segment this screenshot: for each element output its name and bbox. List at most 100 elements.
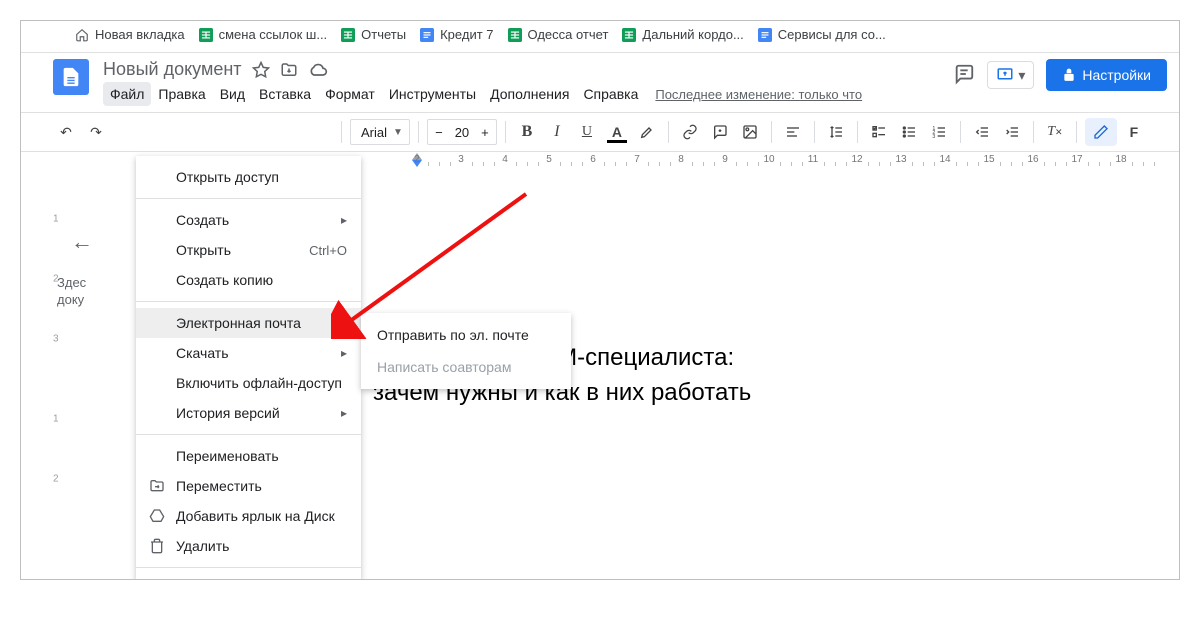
file-menu-item[interactable]: Создать копию <box>136 265 361 295</box>
email-coauthors-item: Написать соавторам <box>361 351 571 383</box>
line-spacing-icon[interactable] <box>823 118 849 146</box>
bookmark-item[interactable]: Сервисы для со... <box>758 27 886 42</box>
italic-icon[interactable]: I <box>544 118 570 146</box>
file-menu-item[interactable]: Открыть Ctrl+O <box>136 235 361 265</box>
file-menu-item[interactable]: История версий ▸ <box>136 398 361 428</box>
menu-файл[interactable]: Файл <box>103 82 151 106</box>
menu-правка[interactable]: Правка <box>151 82 212 106</box>
font-size-value[interactable]: 20 <box>450 125 474 140</box>
highlight-icon[interactable] <box>634 118 660 146</box>
file-menu-item-label: Удалить <box>176 538 229 554</box>
menu-вставка[interactable]: Вставка <box>252 82 318 106</box>
file-menu-item-label: Переименовать <box>176 448 279 464</box>
formatting-toolbar: ↶ ↷ Arial▼ − 20 + B I U A 123 T✕ <box>21 112 1179 152</box>
outline-text-2: доку <box>57 292 84 307</box>
insert-comment-icon[interactable] <box>707 118 733 146</box>
file-menu-item[interactable]: Переместить <box>136 471 361 501</box>
outline-collapse-icon[interactable]: ← <box>71 229 93 255</box>
align-left-icon[interactable] <box>780 118 806 146</box>
send-via-email-item[interactable]: Отправить по эл. почте <box>361 319 571 351</box>
file-menu-item[interactable]: Включить офлайн-доступ <box>136 368 361 398</box>
font-family-select[interactable]: Arial▼ <box>350 119 410 145</box>
menu-вид[interactable]: Вид <box>213 82 252 106</box>
document-canvas[interactable]: кументы для SMM-специалиста: зачем нужны… <box>373 201 1167 579</box>
indent-decrease-icon[interactable] <box>969 118 995 146</box>
comments-icon[interactable] <box>953 63 975 88</box>
present-button[interactable]: ▾ <box>987 61 1034 89</box>
bookmark-item[interactable]: смена ссылок ш... <box>199 27 328 42</box>
file-menu-item[interactable]: Создать ▸ <box>136 205 361 235</box>
star-icon[interactable] <box>252 61 270 79</box>
submenu-arrow-icon: ▸ <box>341 406 347 420</box>
settings-button-label: Настройки <box>1082 67 1151 83</box>
outline-panel: ← Здесдоку <box>49 199 139 309</box>
editing-mode-icon[interactable] <box>1085 118 1117 146</box>
submenu-arrow-icon: ▸ <box>341 213 347 227</box>
bookmark-label: Кредит 7 <box>440 27 493 42</box>
file-menu-item[interactable]: Электронная почта ▸ <box>136 308 361 338</box>
file-menu-item-label: Переместить <box>176 478 262 494</box>
bulleted-list-icon[interactable] <box>896 118 922 146</box>
horizontal-ruler[interactable]: 23456789101112131415161718 <box>373 152 1167 170</box>
menu-separator <box>136 567 361 568</box>
font-size-increase[interactable]: + <box>474 125 496 140</box>
bookmark-item[interactable]: Новая вкладка <box>75 27 185 42</box>
numbered-list-icon[interactable]: 123 <box>926 118 952 146</box>
file-menu-item-label: Создать копию <box>176 272 273 288</box>
menu-separator <box>136 434 361 435</box>
submenu-arrow-icon: ▸ <box>341 346 347 360</box>
last-edit-link[interactable]: Последнее изменение: только что <box>655 87 862 102</box>
file-menu-item-label: Добавить ярлык на Диск <box>176 508 335 524</box>
checklist-icon[interactable] <box>866 118 892 146</box>
menu-справка[interactable]: Справка <box>576 82 645 106</box>
bookmark-item[interactable]: Кредит 7 <box>420 27 493 42</box>
bookmark-label: смена ссылок ш... <box>219 27 328 42</box>
font-family-value: Arial <box>361 125 387 140</box>
submenu-arrow-icon: ▸ <box>341 316 347 330</box>
trash-icon <box>148 537 166 555</box>
cloud-status-icon[interactable] <box>308 60 328 80</box>
more-icon[interactable]: F <box>1121 118 1147 146</box>
menu-инструменты[interactable]: Инструменты <box>382 82 483 106</box>
bookmark-label: Дальний кордо... <box>642 27 743 42</box>
file-menu-item-label: Создать <box>176 212 229 228</box>
underline-icon[interactable]: U <box>574 118 600 146</box>
menu-shortcut: Ctrl+O <box>309 243 347 258</box>
text-color-icon[interactable]: A <box>604 118 630 146</box>
drive-icon <box>148 507 166 525</box>
indent-increase-icon[interactable] <box>999 118 1025 146</box>
bookmark-item[interactable]: Дальний кордо... <box>622 27 743 42</box>
file-menu-item-label: Электронная почта <box>176 315 301 331</box>
bookmark-item[interactable]: Одесса отчет <box>508 27 609 42</box>
file-menu-item[interactable]: Переименовать <box>136 441 361 471</box>
menu-дополнения[interactable]: Дополнения <box>483 82 576 106</box>
file-menu-dropdown: Открыть доступ Создать ▸ Открыть Ctrl+O Созда… <box>136 156 361 580</box>
settings-button[interactable]: Настройки <box>1046 59 1167 91</box>
file-menu-item-label: История версий <box>176 405 280 421</box>
file-menu-item-label: Включить офлайн-доступ <box>176 375 342 391</box>
browser-bookmarks-bar: Новая вкладка смена ссылок ш... Отчеты Кред… <box>21 21 1179 53</box>
insert-link-icon[interactable] <box>677 118 703 146</box>
file-menu-item[interactable]: Добавить ярлык на Диск <box>136 501 361 531</box>
move-to-folder-icon[interactable] <box>280 61 298 79</box>
file-menu-item-label: Открыть доступ <box>176 169 279 185</box>
bold-icon[interactable]: B <box>514 118 540 146</box>
clear-formatting-icon[interactable]: T✕ <box>1042 118 1068 146</box>
undo-icon[interactable]: ↶ <box>53 118 79 146</box>
font-size-decrease[interactable]: − <box>428 125 450 140</box>
file-menu-item-label: Скачать <box>176 345 229 361</box>
file-menu-item[interactable]: Скачать ▸ <box>136 338 361 368</box>
svg-text:3: 3 <box>932 134 935 140</box>
redo-icon[interactable]: ↷ <box>83 118 109 146</box>
insert-image-icon[interactable] <box>737 118 763 146</box>
menu-separator <box>136 198 361 199</box>
file-menu-item-label: Открыть <box>176 242 231 258</box>
font-size-stepper[interactable]: − 20 + <box>427 119 497 145</box>
bookmark-item[interactable]: Отчеты <box>341 27 406 42</box>
menu-формат[interactable]: Формат <box>318 82 382 106</box>
google-docs-logo[interactable] <box>53 59 89 95</box>
file-menu-item[interactable]: Удалить <box>136 531 361 561</box>
file-menu-item[interactable]: Открыть доступ <box>136 162 361 192</box>
bookmark-label: Одесса отчет <box>528 27 609 42</box>
document-title[interactable]: Новый документ <box>103 59 242 80</box>
